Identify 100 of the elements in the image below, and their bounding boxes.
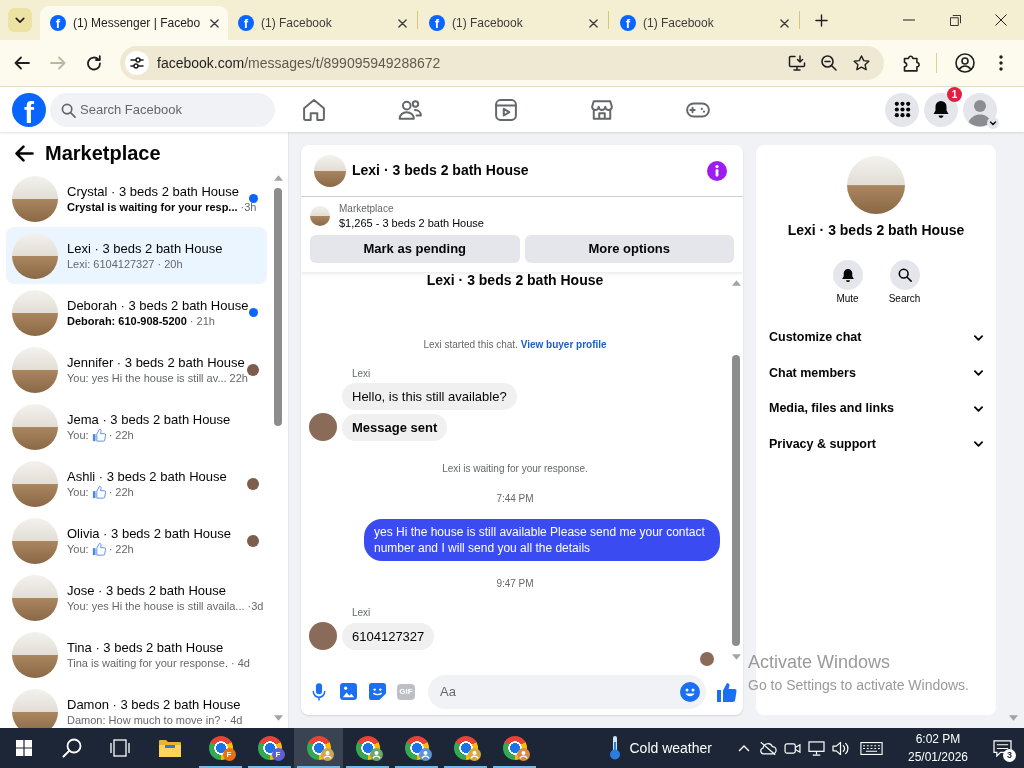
speech-bubble-icon[interactable] bbox=[992, 739, 1012, 757]
photo-placeholder bbox=[12, 175, 58, 222]
clock-time[interactable]: 6:02 PM bbox=[898, 730, 978, 748]
site-info-icon[interactable] bbox=[125, 51, 149, 75]
apps-menu-button[interactable] bbox=[885, 92, 919, 127]
section-row[interactable]: Customize chat bbox=[756, 320, 996, 356]
sticker-icon[interactable] bbox=[368, 683, 386, 700]
image-icon[interactable] bbox=[339, 683, 357, 700]
scrollbar-thumb[interactable] bbox=[732, 355, 740, 646]
volume-icon[interactable] bbox=[831, 740, 849, 756]
buyer-profile-link[interactable]: View buyer profile bbox=[520, 339, 607, 350]
browser-tab[interactable]: f (1) Facebook bbox=[610, 6, 798, 40]
people-icon[interactable] bbox=[398, 98, 422, 121]
chevron-down-icon[interactable] bbox=[987, 116, 999, 129]
new-tab-plus-icon[interactable] bbox=[815, 13, 828, 27]
monitor-icon[interactable] bbox=[807, 740, 825, 756]
close-icon[interactable] bbox=[780, 18, 789, 28]
message-bubble: 6104127327 bbox=[342, 623, 435, 650]
message-preview: Tina is waiting for your response. bbox=[67, 655, 228, 671]
message-field[interactable]: Aa bbox=[428, 674, 706, 709]
section-row[interactable]: Privacy & support bbox=[756, 426, 996, 462]
conversation-title: Ashli · 3 beds 2 bath House bbox=[67, 467, 227, 485]
conversation-title: Lexi · 3 beds 2 bath House bbox=[67, 239, 223, 257]
back-arrow-icon[interactable] bbox=[14, 144, 34, 162]
timestamp: 9:47 PM bbox=[496, 577, 534, 591]
bookmark-star-icon[interactable] bbox=[852, 55, 870, 71]
address-bar[interactable]: facebook.com/messages/t/899095949288672 bbox=[120, 46, 884, 80]
photo-placeholder bbox=[12, 688, 58, 728]
reload-icon[interactable] bbox=[86, 55, 102, 71]
video-play-icon[interactable] bbox=[494, 98, 518, 121]
section-row[interactable]: Chat members bbox=[756, 355, 996, 391]
conversation-item[interactable]: Deborah · 3 beds 2 bath House Deborah: 610-908-5200 · 21h bbox=[6, 284, 267, 341]
notification-count: 3 bbox=[1003, 749, 1016, 762]
windows-logo-icon bbox=[16, 740, 32, 756]
close-icon[interactable] bbox=[589, 18, 598, 28]
game-controller-icon[interactable] bbox=[686, 101, 710, 118]
message-time: ·3h bbox=[240, 199, 257, 215]
chevron-down-icon bbox=[15, 16, 25, 24]
conversation-item[interactable]: Ashli · 3 beds 2 bath House You: · 22h bbox=[6, 455, 267, 512]
tab-list-button[interactable] bbox=[8, 8, 32, 32]
listing-action-button[interactable]: Mark as pending bbox=[310, 235, 520, 263]
browser-tab[interactable]: f (1) Facebook bbox=[228, 6, 416, 40]
search-icon bbox=[61, 102, 76, 118]
message-time: · 20h bbox=[157, 256, 183, 272]
close-icon[interactable] bbox=[995, 14, 1007, 26]
cloud-off-icon[interactable] bbox=[759, 740, 777, 756]
close-icon[interactable] bbox=[398, 18, 407, 28]
taskbar-button[interactable]: F bbox=[245, 728, 294, 768]
bell-icon bbox=[840, 267, 855, 283]
keyboard-icon[interactable] bbox=[859, 741, 883, 755]
conversation-item[interactable]: Lexi · 3 beds 2 bath House Lexi: 6104127327 · 20h bbox=[6, 227, 267, 284]
chrome-icon bbox=[208, 736, 233, 760]
profile-icon[interactable] bbox=[955, 53, 975, 73]
message-preview: You: bbox=[67, 427, 89, 443]
conversation-title: Olivia · 3 beds 2 bath House bbox=[67, 524, 232, 542]
conversation-item[interactable]: Jose · 3 beds 2 bath House You: yes Hi the house is still availa... ·3d bbox=[6, 569, 267, 626]
photo-placeholder bbox=[310, 206, 330, 226]
section-row[interactable]: Media, files and links bbox=[756, 391, 996, 427]
search-button[interactable] bbox=[889, 260, 920, 290]
puzzle-piece-icon[interactable] bbox=[903, 54, 921, 72]
conversation-item[interactable]: Jema · 3 beds 2 bath House You: · 22h bbox=[6, 398, 267, 455]
search-field[interactable]: Search Facebook bbox=[50, 92, 275, 127]
conversation-item[interactable]: Tina · 3 beds 2 bath House Tina is waiting for your response. · 4d bbox=[6, 626, 267, 683]
video-camera-icon[interactable] bbox=[783, 741, 801, 755]
conversation-title: Crystal · 3 beds 2 bath House bbox=[67, 182, 239, 200]
clock-date[interactable]: 25/01/2026 bbox=[898, 748, 978, 766]
message-preview: You: bbox=[67, 484, 89, 500]
microphone-icon[interactable] bbox=[312, 682, 326, 701]
scrollbar-thumb[interactable] bbox=[274, 188, 282, 426]
facebook-logo[interactable]: f bbox=[12, 92, 46, 127]
listing-action-button[interactable]: More options bbox=[524, 235, 734, 263]
message-time: · 22h bbox=[108, 427, 134, 443]
message-time: · 4d bbox=[223, 712, 243, 728]
caret-up-icon[interactable] bbox=[738, 744, 750, 752]
message-time: ·3d bbox=[247, 598, 264, 614]
kebab-menu-icon[interactable] bbox=[999, 55, 1003, 71]
photo-placeholder bbox=[12, 517, 58, 564]
install-app-icon[interactable] bbox=[788, 55, 806, 71]
thumbs-up-icon[interactable] bbox=[717, 681, 737, 702]
storefront-icon[interactable] bbox=[590, 98, 614, 121]
activation-text: Go to Settings to activate Windows. bbox=[748, 676, 969, 694]
mute-button[interactable] bbox=[832, 260, 863, 290]
browser-tab[interactable]: f (1) Messenger | Facebo bbox=[40, 6, 228, 40]
zoom-out-icon[interactable] bbox=[821, 55, 837, 71]
taskbar-button[interactable] bbox=[294, 728, 343, 768]
weather-text[interactable]: Cold weather bbox=[629, 737, 712, 759]
back-arrow-icon[interactable] bbox=[14, 56, 30, 70]
thermometer-icon[interactable] bbox=[608, 736, 621, 760]
photo-placeholder bbox=[12, 289, 58, 336]
info-icon[interactable] bbox=[707, 160, 727, 181]
close-icon[interactable] bbox=[210, 18, 219, 28]
emoji-icon[interactable] bbox=[680, 681, 700, 702]
browser-tab[interactable]: f (1) Facebook bbox=[419, 6, 607, 40]
conversation-item[interactable]: Jennifer · 3 beds 2 bath House You: yes Hi the house is still av... 22h bbox=[6, 341, 267, 398]
conversation-item[interactable]: Olivia · 3 beds 2 bath House You: · 22h bbox=[6, 512, 267, 569]
notifications-button[interactable] bbox=[924, 92, 958, 127]
chrome-icon bbox=[257, 736, 282, 760]
home-icon[interactable] bbox=[302, 98, 326, 121]
conversation-item[interactable]: Crystal · 3 beds 2 bath House Crystal is waiting for your resp... ·3h bbox=[6, 170, 267, 227]
restore-icon[interactable] bbox=[949, 14, 961, 26]
